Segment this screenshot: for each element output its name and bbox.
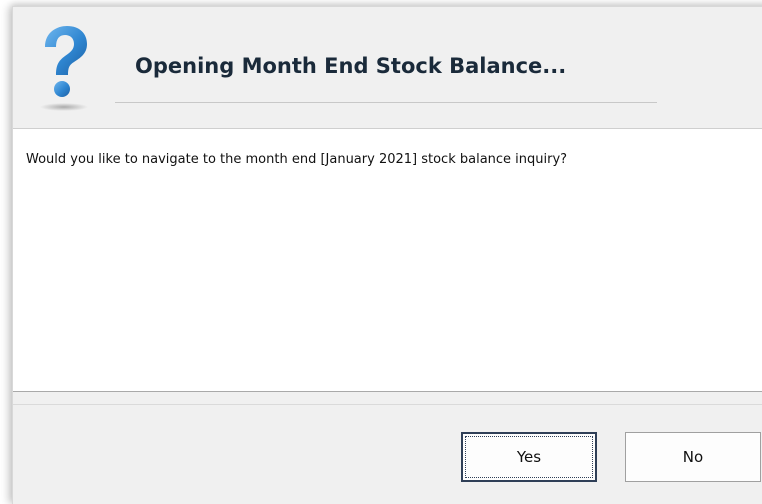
no-button-label: No xyxy=(682,448,704,466)
confirmation-dialog: Opening Month End Stock Balance... Would… xyxy=(12,6,762,504)
question-mark-icon xyxy=(35,23,91,113)
footer-divider xyxy=(13,404,762,405)
yes-button-label: Yes xyxy=(516,448,542,466)
no-button[interactable]: No xyxy=(625,432,761,482)
button-bar: Yes No xyxy=(13,392,762,504)
dialog-title: Opening Month End Stock Balance... xyxy=(135,54,567,78)
title-divider xyxy=(115,102,657,103)
message-panel: Would you like to navigate to the month … xyxy=(13,128,762,392)
dialog-message: Would you like to navigate to the month … xyxy=(26,152,568,167)
dialog-header: Opening Month End Stock Balance... xyxy=(13,7,762,128)
yes-button[interactable]: Yes xyxy=(461,432,597,482)
